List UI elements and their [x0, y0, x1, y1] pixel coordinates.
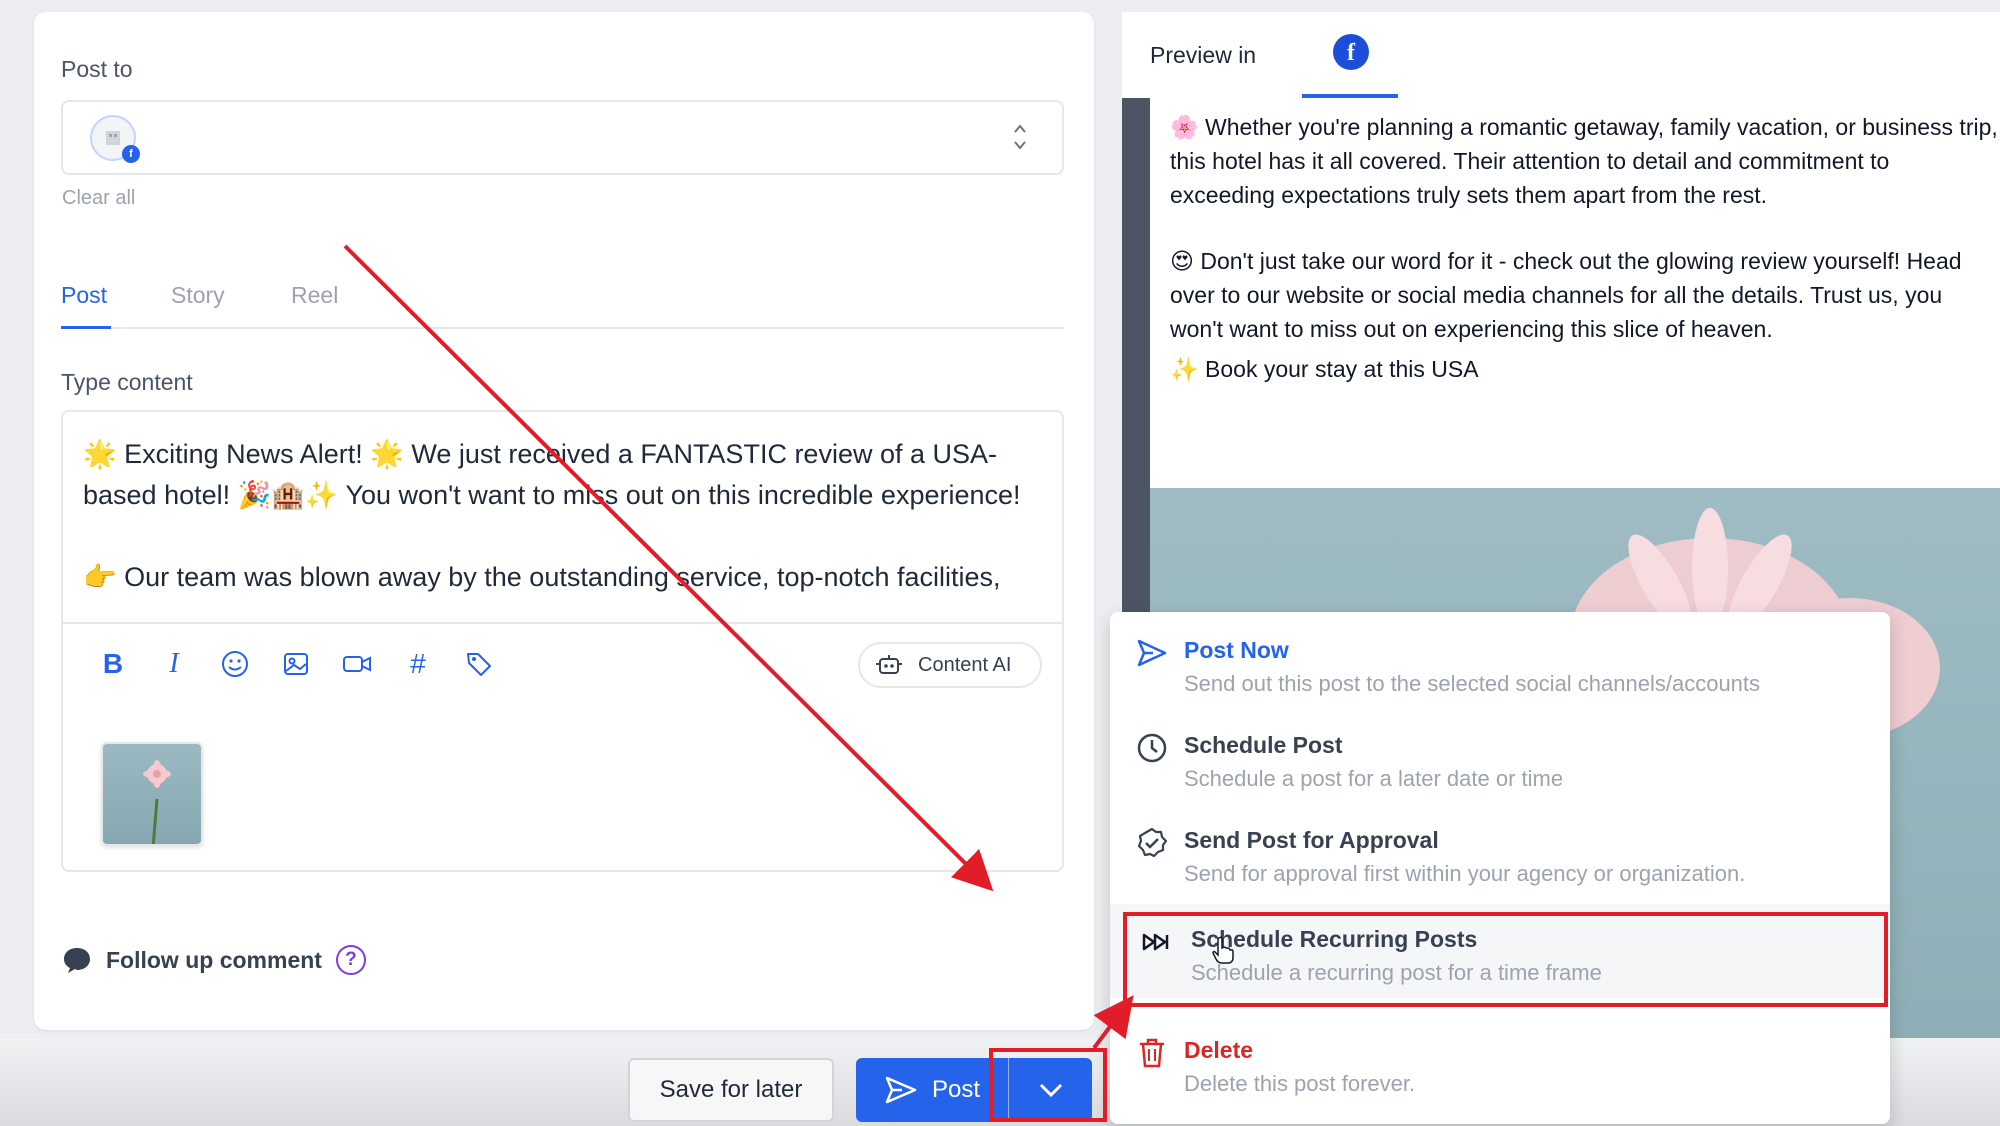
post-to-label: Post to: [61, 56, 133, 82]
italic-icon[interactable]: I: [158, 648, 190, 680]
approval-badge-icon: [1137, 827, 1168, 858]
menu-item-send-for-approval[interactable]: Send Post for Approval Send for approval…: [1110, 805, 1890, 899]
menu-item-delete[interactable]: Delete Delete this post forever.: [1110, 1015, 1890, 1109]
post-options-menu: Post Now Send out this post to the selec…: [1110, 612, 1890, 1124]
preview-header: Preview in f: [1122, 12, 2000, 98]
annotation-highlight-recurring: [1123, 912, 1888, 1007]
menu-item-description: Send out this post to the selected socia…: [1184, 671, 1761, 696]
save-for-later-button[interactable]: Save for later: [628, 1058, 834, 1122]
account-avatar[interactable]: f: [90, 115, 140, 163]
content-ai-button[interactable]: Content AI: [858, 642, 1042, 688]
speech-bubble-icon: [64, 948, 90, 973]
menu-item-description: Delete this post forever.: [1184, 1071, 1416, 1096]
menu-item-title: Schedule Post: [1184, 732, 1343, 758]
tab-story[interactable]: Story: [171, 282, 225, 309]
video-icon[interactable]: [341, 648, 373, 680]
preview-paragraph: ✨ Book your stay at this USA: [1170, 356, 1479, 382]
emoji-icon[interactable]: [219, 648, 251, 680]
active-tab-indicator: [61, 326, 111, 329]
editor-toolbar: B I # Content AI: [63, 622, 1062, 702]
bold-icon[interactable]: B: [97, 648, 129, 680]
content-editor[interactable]: 🌟 Exciting News Alert! 🌟 We just receive…: [61, 410, 1064, 872]
content-ai-label: Content AI: [918, 653, 1012, 676]
clear-all-link[interactable]: Clear all: [62, 187, 135, 210]
menu-item-description: Schedule a post for a later date or time: [1184, 766, 1564, 791]
annotation-highlight-dropdown-toggle: [989, 1048, 1107, 1122]
robot-icon: [876, 655, 902, 674]
menu-item-description: Send for approval first within your agen…: [1184, 861, 1746, 886]
follow-up-comment-label: Follow up comment: [106, 946, 322, 973]
post-button[interactable]: Post: [856, 1058, 1008, 1122]
content-textarea[interactable]: 🌟 Exciting News Alert! 🌟 We just receive…: [83, 434, 1043, 619]
send-icon: [1137, 639, 1167, 667]
send-icon: [885, 1076, 917, 1104]
tab-reel[interactable]: Reel: [291, 282, 338, 309]
type-content-label: Type content: [61, 369, 193, 395]
hashtag-icon[interactable]: #: [402, 648, 434, 680]
image-icon[interactable]: [280, 648, 312, 680]
post-button-label: Post: [931, 1076, 981, 1103]
menu-item-post-now[interactable]: Post Now Send out this post to the selec…: [1110, 615, 1890, 709]
menu-item-schedule-post[interactable]: Schedule Post Schedule a post for a late…: [1110, 710, 1890, 804]
facebook-badge-icon: f: [122, 145, 140, 163]
post-composer-panel: Post to f Clear all Post Story Reel Type…: [34, 12, 1094, 1030]
trash-icon: [1140, 1038, 1164, 1068]
follow-up-comment-toggle[interactable]: Follow up comment ?: [62, 945, 366, 975]
content-type-tabs: Post Story Reel: [61, 274, 1064, 329]
menu-item-title: Send Post for Approval: [1184, 827, 1439, 853]
clock-icon: [1137, 733, 1167, 763]
preview-paragraph: 🌸 Whether you're planning a romantic get…: [1170, 114, 1998, 208]
menu-item-title: Delete: [1184, 1037, 1254, 1063]
tag-icon[interactable]: [463, 648, 495, 680]
facebook-icon[interactable]: f: [1333, 34, 1369, 70]
help-icon[interactable]: ?: [335, 945, 366, 975]
menu-item-title: Post Now: [1184, 637, 1289, 663]
preview-in-label: Preview in: [1150, 42, 1257, 68]
tab-post[interactable]: Post: [61, 282, 107, 309]
attached-image-thumbnail[interactable]: [101, 742, 203, 846]
preview-paragraph: 😍 Don't just take our word for it - chec…: [1170, 248, 1962, 342]
chevron-up-down-icon[interactable]: [1012, 120, 1028, 154]
preview-post-body: 🌸 Whether you're planning a romantic get…: [1150, 98, 2000, 488]
flower-image: [143, 760, 171, 844]
post-to-account-select[interactable]: f: [61, 100, 1064, 175]
